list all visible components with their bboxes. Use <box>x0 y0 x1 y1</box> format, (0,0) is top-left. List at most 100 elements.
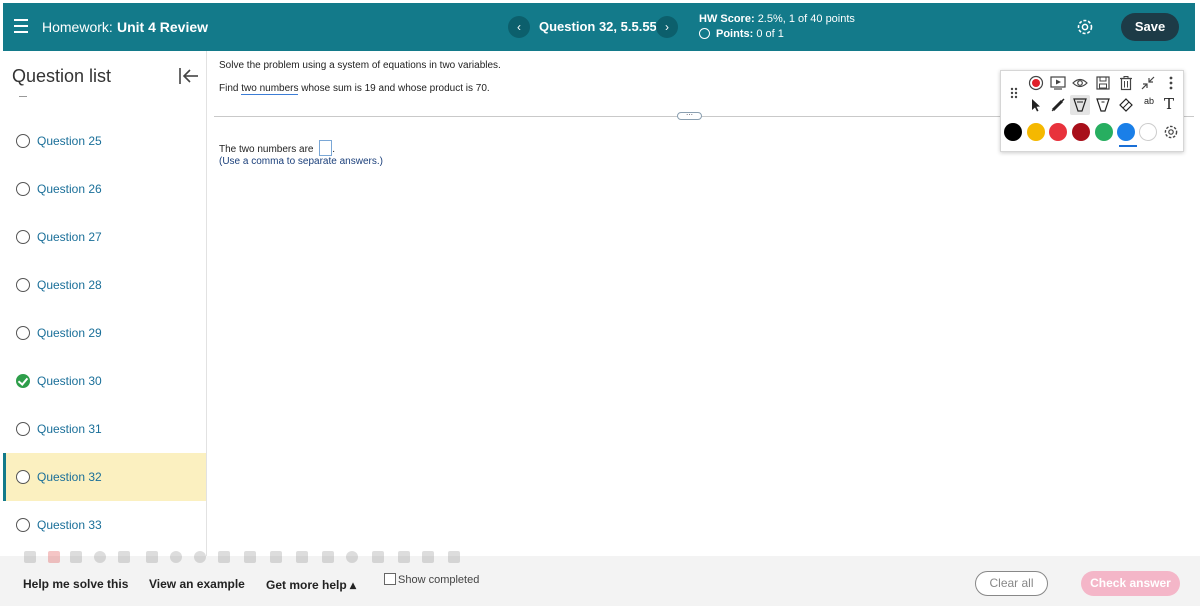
text-icon <box>270 551 282 563</box>
pointer-icon <box>146 551 158 563</box>
scroll-indicator <box>19 96 27 97</box>
faded-annotation-toolbar <box>18 545 470 569</box>
question-list-heading: Question list <box>12 66 112 86</box>
question-prompt: Find two numbers whose sum is 19 and who… <box>219 83 490 95</box>
question-item-26[interactable]: Question 26 <box>3 165 206 213</box>
question-item-30[interactable]: Question 30 <box>3 357 206 405</box>
answer-hint: (Use a comma to separate answers.) <box>219 156 383 167</box>
pointer-icon[interactable] <box>1028 97 1044 113</box>
minimize-icon[interactable] <box>1140 75 1156 91</box>
check-answer-button[interactable]: Check answer <box>1081 571 1180 596</box>
points-status-icon <box>699 28 710 39</box>
question-label: Question 25 <box>37 134 102 148</box>
zoom-in-icon <box>170 551 182 563</box>
highlighter-icon[interactable] <box>1072 97 1088 113</box>
resize-handle[interactable]: ⋯ <box>677 112 702 120</box>
eraser-icon[interactable] <box>1118 97 1134 113</box>
question-status-icon <box>16 278 30 292</box>
eye-icon[interactable] <box>1072 75 1088 91</box>
answer-line: The two numbers are . <box>219 140 335 156</box>
annotation-toolbar: ab T <box>1000 70 1184 152</box>
camera-icon <box>422 551 434 563</box>
clear-all-button[interactable]: Clear all <box>975 571 1048 596</box>
next-question-button[interactable]: › <box>656 16 678 38</box>
color-swatch-dark-red[interactable] <box>1072 123 1090 141</box>
hamburger-menu-icon[interactable] <box>14 19 28 33</box>
screen-video-icon[interactable] <box>1050 75 1066 91</box>
homework-title: Unit 4 Review <box>117 19 209 35</box>
question-label: Question 30 <box>37 374 102 388</box>
question-label: Question 26 <box>37 182 102 196</box>
show-completed-toggle[interactable]: Show completed <box>384 573 479 586</box>
help-me-solve-button[interactable]: Help me solve this <box>23 577 128 591</box>
previous-question-button[interactable]: ‹ <box>508 16 530 38</box>
question-status-icon <box>16 182 30 196</box>
color-swatch-green[interactable] <box>1095 123 1113 141</box>
question-status-icon <box>16 518 30 532</box>
collapse-icon <box>448 551 460 563</box>
eraser-icon <box>372 551 384 563</box>
question-item-31[interactable]: Question 31 <box>3 405 206 453</box>
question-item-25[interactable]: Question 25 <box>3 117 206 165</box>
drag-handle-icon[interactable] <box>1009 86 1019 102</box>
save-icon[interactable] <box>1095 75 1111 91</box>
color-swatch-white[interactable] <box>1139 123 1157 141</box>
question-item-29[interactable]: Question 29 <box>3 309 206 357</box>
settings-gear-icon[interactable] <box>1075 17 1095 37</box>
more-options-icon[interactable] <box>1163 75 1179 91</box>
trash-icon <box>118 551 130 563</box>
question-item-28[interactable]: Question 28 <box>3 261 206 309</box>
question-item-27[interactable]: Question 27 <box>3 213 206 261</box>
color-swatch-blue[interactable] <box>1117 123 1135 141</box>
selected-color-indicator <box>1119 145 1137 147</box>
prompt-highlight: two numbers <box>241 83 299 95</box>
marker-icon[interactable] <box>1095 97 1111 113</box>
question-label: Question 27 <box>37 230 102 244</box>
question-status-icon <box>16 470 30 484</box>
save-button[interactable]: Save <box>1121 13 1179 41</box>
grid-icon <box>296 551 308 563</box>
app-root: Homework: Unit 4 Review ‹ Question 32, 5… <box>0 0 1200 606</box>
trash-icon[interactable] <box>1118 75 1134 91</box>
prompt-text: whose sum is 19 and whose product is 70. <box>298 83 490 94</box>
homework-prefix: Homework: <box>42 19 113 35</box>
color-swatch-black[interactable] <box>1004 123 1022 141</box>
stop-icon <box>48 551 60 563</box>
record-icon[interactable] <box>1028 75 1044 91</box>
question-item-33[interactable]: Question 33 <box>3 501 206 549</box>
view-example-button[interactable]: View an example <box>149 577 245 591</box>
top-bar: Homework: Unit 4 Review ‹ Question 32, 5… <box>3 3 1195 51</box>
pen-icon <box>322 551 334 563</box>
answer-prefix: The two numbers are <box>219 144 314 155</box>
question-label: Question 33 <box>37 518 102 532</box>
points-label: Points: <box>716 28 754 40</box>
drag-handle-icon <box>24 551 36 563</box>
crop-icon <box>244 551 256 563</box>
emoji-icon <box>346 551 358 563</box>
question-label: Question 31 <box>37 422 102 436</box>
answer-input[interactable] <box>319 140 333 156</box>
pause-icon <box>70 551 82 563</box>
question-status-icon <box>16 134 30 148</box>
question-status-icon <box>16 230 30 244</box>
question-label: Question 32 <box>37 470 102 484</box>
question-label: Question 28 <box>37 278 102 292</box>
text-strike-tool[interactable]: ab <box>1139 96 1159 106</box>
question-item-32[interactable]: Question 32 <box>3 453 206 501</box>
question-list-sidebar: Question list Question 25 Question 26 Qu… <box>3 51 207 556</box>
show-completed-checkbox[interactable] <box>384 573 396 585</box>
clear-icon <box>398 551 410 563</box>
color-swatch-yellow[interactable] <box>1027 123 1045 141</box>
hw-score-label: HW Score: <box>699 13 755 25</box>
question-status-icon <box>16 326 30 340</box>
text-tool[interactable]: T <box>1164 95 1174 113</box>
zoom-out-icon <box>194 551 206 563</box>
hw-score: HW Score: 2.5%, 1 of 40 points <box>699 13 855 25</box>
get-more-help-button[interactable]: Get more help ▴ <box>266 578 356 592</box>
points-value: 0 of 1 <box>756 28 784 40</box>
collapse-sidebar-icon[interactable] <box>178 67 200 85</box>
settings-gear-icon[interactable] <box>1163 124 1179 140</box>
spotlight-icon <box>218 551 230 563</box>
color-swatch-red[interactable] <box>1049 123 1067 141</box>
pen-icon[interactable] <box>1050 97 1066 113</box>
